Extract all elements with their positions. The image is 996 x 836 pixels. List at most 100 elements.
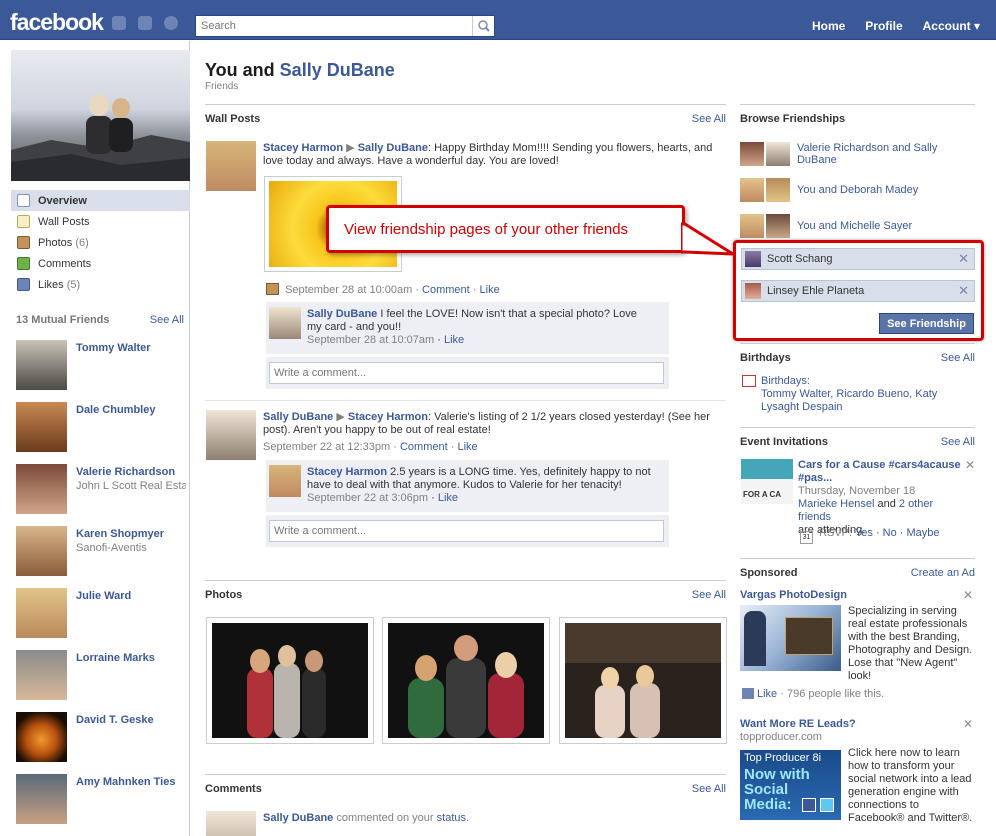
browse-friendship-row[interactable]: You and Michelle Sayer [740,212,980,240]
mutual-friend-item[interactable]: Julie Ward [16,588,186,640]
post-reply: Sally DuBane I feel the LOVE! Now isn't … [266,302,669,354]
friend-avatar[interactable] [16,774,67,824]
top-nav: Home Profile Account ▾ [812,19,980,33]
post-divider [205,400,726,401]
photos-header: Photos See All [205,580,726,602]
ad-image[interactable]: Top Producer 8i Now with Social Media: [740,750,841,820]
events-see-all[interactable]: See All [941,436,975,448]
wall-posts-header: Wall Posts See All [205,104,726,126]
friend-avatar[interactable] [16,402,67,452]
arrow-right-icon: ▶ [336,411,345,423]
search-box [195,15,495,37]
left-nav-wall-posts[interactable]: Wall Posts [11,211,190,232]
event-details: Cars for a Cause #cars4acause #pas... Th… [798,459,961,536]
likes-thumb-icon [17,278,30,291]
friendship-profile-photo[interactable] [11,50,190,181]
birthdays-see-all[interactable]: See All [941,352,975,364]
top-bar: facebook Home Profile Account ▾ [0,0,996,40]
callout-arrow-icon [681,222,735,256]
write-comment-input[interactable] [269,362,664,384]
post-reply: Stacey Harmon 2.5 years is a LONG time. … [266,460,669,512]
post-meta: September 28 at 10:00am · Comment · Like [266,283,500,296]
messages-icon[interactable] [138,16,152,30]
post-author-avatar[interactable] [206,410,256,460]
nav-profile[interactable]: Profile [865,19,902,33]
close-icon[interactable]: ✕ [963,717,973,731]
facebook-logo[interactable]: facebook [10,9,104,36]
friend-avatar[interactable] [16,464,67,514]
close-icon[interactable]: ✕ [963,588,973,602]
reply-avatar[interactable] [269,465,301,497]
comment-author-avatar[interactable] [206,811,256,836]
wall-post-text: Stacey Harmon ▶ Sally DuBane: Happy Birt… [263,142,713,167]
friend-thumb [740,142,764,166]
post-author-avatar[interactable] [206,141,256,191]
post-meta: September 22 at 12:33pm · Comment · Like [263,441,478,453]
mutual-friend-item[interactable]: Lorraine Marks [16,650,186,702]
left-nav-photos[interactable]: Photos (6) [11,232,190,253]
mutual-friend-item[interactable]: Amy Mahnken Ties [16,774,186,826]
photo-attachment-icon [266,283,279,295]
mutual-friend-item[interactable]: Valerie Richardson John L Scott Real Est… [16,464,186,516]
left-nav-overview[interactable]: Overview [11,190,190,211]
comment-box [266,515,669,547]
gift-icon [742,375,756,387]
mutual-friends-title: 13 Mutual Friends [16,314,110,326]
friend-avatar[interactable] [16,712,67,762]
search-input[interactable] [196,16,466,36]
create-ad-link[interactable]: Create an Ad [911,567,975,579]
friend-thumb [766,178,790,202]
ad-title: Want More RE Leads? topproducer.com [740,718,856,743]
mutual-friends-see-all[interactable]: See All [150,314,184,326]
left-nav-likes[interactable]: Likes (5) [11,274,190,295]
friend-avatar[interactable] [16,526,67,576]
mutual-friend-item[interactable]: Dale Chumbley [16,402,186,454]
nav-account[interactable]: Account ▾ [923,19,980,33]
friend-requests-icon[interactable] [112,16,126,30]
photo-thumbnail[interactable] [382,617,550,744]
page-subtitle: Friends [205,81,239,92]
mutual-friends-header: 13 Mutual Friends See All [16,312,184,326]
annotation-callout: View friendship pages of your other frie… [326,205,685,253]
friend-avatar[interactable] [16,650,67,700]
friend-avatar[interactable] [16,588,67,638]
comments-icon [17,257,30,270]
nav-home[interactable]: Home [812,19,845,33]
photo-thumbnail[interactable] [559,617,727,744]
search-icon[interactable] [472,16,494,36]
calendar-icon: 31 [800,531,813,544]
friend-thumb [740,214,764,238]
like-thumb-icon [742,688,754,699]
photo-thumbnail[interactable] [206,617,374,744]
comments-see-all[interactable]: See All [692,783,726,795]
ad-text: Specializing in serving real estate prof… [848,605,973,682]
browse-friendship-row[interactable]: Valerie Richardson and Sally DuBane [740,140,980,168]
write-comment-input[interactable] [269,520,664,542]
browse-friendships-header: Browse Friendships [740,104,975,126]
wall-see-all[interactable]: See All [692,113,726,125]
sponsored-header: Sponsored Create an Ad [740,558,975,580]
event-thumbnail[interactable]: FOR A CA [741,459,793,504]
photos-icon [17,236,30,249]
wall-post-text: Sally DuBane ▶ Stacey Harmon: Valerie's … [263,411,710,436]
left-nav-comments[interactable]: Comments [11,253,190,274]
reply-avatar[interactable] [269,307,301,339]
notifications-globe-icon[interactable] [164,16,178,30]
highlight-annotation-box [733,240,984,341]
title-friend-link[interactable]: Sally DuBane [280,60,395,80]
mutual-friend-item[interactable]: David T. Geske [16,712,186,764]
wall-posts-icon [17,215,30,228]
close-icon[interactable]: ✕ [965,458,975,472]
ad-image[interactable] [740,605,841,671]
photos-see-all[interactable]: See All [692,589,726,601]
comment-text: Sally DuBane commented on your status. [263,812,470,824]
mutual-friend-item[interactable]: Karen Shopmyer Sanofi-Aventis [16,526,186,578]
browse-friendship-row[interactable]: You and Deborah Madey [740,176,980,204]
birthdays-text: Birthdays: Tommy Walter, Ricardo Bueno, … [761,375,938,413]
facebook-square-icon [802,798,816,812]
friend-avatar[interactable] [16,340,67,390]
comment-box [266,357,669,389]
birthdays-header: Birthdays See All [740,343,975,365]
overview-icon [17,194,30,207]
mutual-friend-item[interactable]: Tommy Walter [16,340,186,392]
